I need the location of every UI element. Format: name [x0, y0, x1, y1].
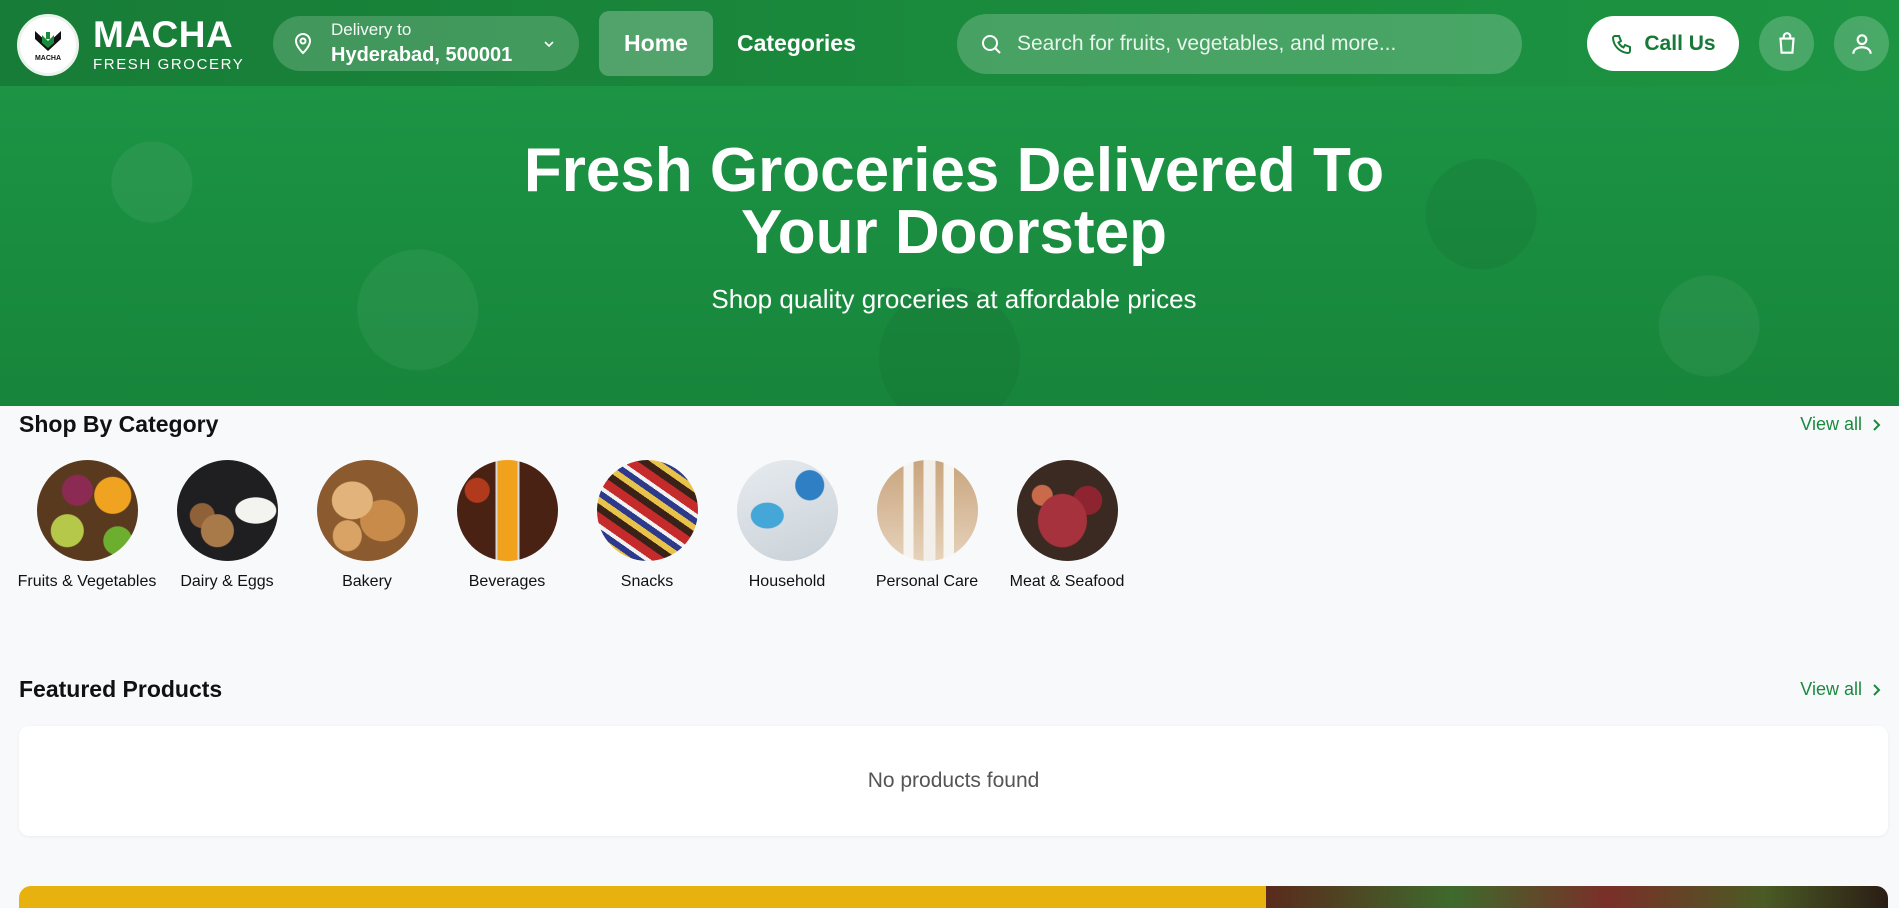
- logo-badge: MACHA: [17, 14, 79, 76]
- category-meat-seafood[interactable]: Meat & Seafood: [997, 460, 1137, 592]
- category-view-all-link[interactable]: View all: [1800, 414, 1882, 435]
- category-image: [596, 460, 698, 561]
- category-image: [176, 460, 278, 561]
- chevron-down-icon: [544, 41, 554, 48]
- delivery-location-selector[interactable]: Delivery to Hyderabad, 500001: [273, 16, 579, 71]
- shopping-bag-icon: [1778, 31, 1795, 54]
- category-image: [736, 460, 838, 561]
- category-image: [36, 460, 138, 561]
- hero-banner: Fresh Groceries Delivered To Your Doorst…: [0, 86, 1899, 406]
- nav-home[interactable]: Home: [599, 11, 713, 76]
- category-label: Bakery: [342, 573, 392, 590]
- nav-categories[interactable]: Categories: [737, 11, 856, 76]
- category-image: [876, 460, 978, 561]
- user-icon: [1851, 33, 1872, 54]
- category-image: [316, 460, 418, 561]
- category-image: [1016, 460, 1118, 561]
- category-label: Snacks: [620, 573, 674, 590]
- category-label: Meat & Seafood: [1009, 573, 1125, 590]
- top-header: MACHA MACHA FRESH GROCERY Delivery to Hy…: [0, 0, 1899, 86]
- hero-subtitle: Shop quality groceries at affordable pri…: [711, 284, 1197, 314]
- hero-title-line-2: Your Doorstep: [741, 198, 1167, 267]
- category-label: Personal Care: [875, 573, 979, 590]
- category-label: Household: [748, 573, 826, 590]
- search-bar: [957, 14, 1522, 74]
- search-icon: [982, 35, 1001, 54]
- featured-section-title: Featured Products: [19, 676, 223, 702]
- category-section-title: Shop By Category: [19, 411, 219, 437]
- empty-state-text: No products found: [867, 769, 1040, 792]
- hero-title: Fresh Groceries Delivered To Your Doorst…: [0, 140, 1899, 264]
- promo-banner-image: [1266, 886, 1888, 908]
- category-fruits-vegetables[interactable]: Fruits & Vegetables: [17, 460, 157, 592]
- category-bakery[interactable]: Bakery: [297, 460, 437, 592]
- brand-tagline: FRESH GROCERY: [93, 56, 245, 73]
- account-button[interactable]: [1834, 16, 1889, 71]
- logo-mark-icon: [35, 30, 61, 51]
- delivery-city: Hyderabad, 500001: [331, 44, 513, 66]
- delivery-label: Delivery to: [331, 20, 412, 39]
- hero-title-line-1: Fresh Groceries Delivered To: [523, 136, 1385, 205]
- logo-mini-text: MACHA: [34, 54, 62, 62]
- call-us-label: Call Us: [1644, 31, 1716, 55]
- category-household[interactable]: Household: [717, 460, 857, 592]
- category-label: Dairy & Eggs: [180, 573, 274, 590]
- search-input[interactable]: [1017, 32, 1477, 56]
- featured-products-empty-state: No products found: [19, 726, 1888, 836]
- chevron-right-icon: [1873, 418, 1881, 431]
- call-us-button[interactable]: Call Us: [1587, 16, 1739, 71]
- promo-banner[interactable]: [19, 886, 1888, 908]
- category-beverages[interactable]: Beverages: [437, 460, 577, 592]
- brand-logo[interactable]: MACHA MACHA FRESH GROCERY: [17, 14, 244, 76]
- category-personal-care[interactable]: Personal Care: [857, 460, 997, 592]
- view-all-label: View all: [1800, 414, 1862, 434]
- category-label: Fruits & Vegetables: [17, 573, 157, 590]
- featured-view-all-link[interactable]: View all: [1800, 679, 1882, 700]
- phone-icon: [1612, 34, 1632, 54]
- promo-banner-panel: [19, 886, 1266, 908]
- category-snacks[interactable]: Snacks: [577, 460, 717, 592]
- category-list: Fruits & Vegetables Dairy & Eggs Bakery …: [17, 460, 1137, 592]
- category-image: [456, 460, 558, 561]
- brand-name: MACHA: [93, 14, 234, 55]
- location-pin-icon: [294, 32, 312, 54]
- chevron-right-icon: [1873, 683, 1881, 696]
- cart-button[interactable]: [1759, 16, 1814, 71]
- category-label: Beverages: [468, 573, 546, 590]
- category-dairy-eggs[interactable]: Dairy & Eggs: [157, 460, 297, 592]
- view-all-label: View all: [1800, 679, 1862, 699]
